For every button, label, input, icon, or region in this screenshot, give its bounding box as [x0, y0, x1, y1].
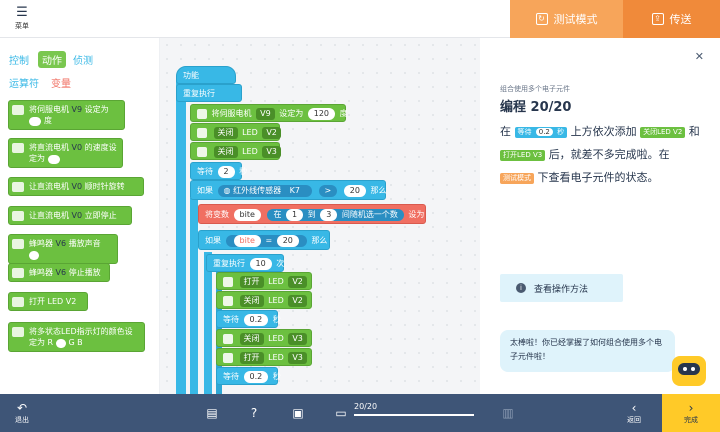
- test-mode-icon: ↻: [535, 13, 548, 25]
- led-icon: [197, 127, 207, 138]
- led-icon: [223, 295, 233, 306]
- close-icon[interactable]: ✕: [695, 50, 704, 63]
- servo-icon: [197, 108, 207, 119]
- led-off-v3-block[interactable]: 关闭 LED V3: [190, 142, 281, 160]
- inner-wait-block[interactable]: 等待 0.2 秒: [216, 367, 281, 385]
- menu-label: 菜单: [15, 22, 29, 30]
- led-off-tag: 关闭LED V2: [640, 126, 686, 138]
- test-mode-button[interactable]: ↻ 测试模式: [510, 0, 623, 38]
- category-sensing[interactable]: 侦测: [73, 52, 93, 67]
- block-palette: 控制 动作 侦测 运算符 变量 将伺服电机 V9 设定为 度 将直流电机 V0 …: [0, 38, 160, 394]
- mascot-speech-bubble: 太棒啦！你已经掌握了如何组合使用多个电子元件啦！: [500, 330, 675, 372]
- led-icon: [12, 297, 24, 307]
- led-icon: [223, 276, 233, 287]
- robot-device-icon[interactable]: ▭: [332, 394, 350, 432]
- repeat-forever-block[interactable]: 重复执行: [176, 84, 242, 102]
- if-bite-block[interactable]: 如果 bite = 20 那么: [198, 230, 330, 250]
- set-variable-block[interactable]: 将变数 bite 在 1 到 3 间随机选一个数 设为: [198, 204, 426, 224]
- led-icon: [223, 352, 233, 363]
- led-on-tag: 打开LED V3: [500, 149, 546, 161]
- lesson-subtitle: 组合使用多个电子元件: [500, 85, 570, 93]
- chevron-right-icon: ›: [688, 400, 694, 415]
- top-bar: ☰ 菜单 ↻ 测试模式 ⇪ 传送: [0, 0, 720, 38]
- port-dropdown[interactable]: V9: [256, 108, 275, 120]
- palette-block-led-on[interactable]: 打开 LED V2: [8, 292, 88, 311]
- category-operators[interactable]: 运算符: [9, 75, 39, 90]
- led-icon: [197, 146, 207, 157]
- palette-block-dc-rotate[interactable]: 让直流电机 V0 顺时针旋转: [8, 177, 144, 196]
- led-icon: [223, 333, 233, 344]
- dc-motor-icon: [12, 143, 24, 153]
- test-mode-tag: 测试模式: [500, 172, 534, 184]
- inner-led-block[interactable]: 打开 LED V3: [216, 348, 312, 366]
- rgb-led-icon: [12, 327, 24, 337]
- category-variables[interactable]: 变量: [51, 75, 71, 90]
- upload-label: 传送: [669, 13, 692, 26]
- test-mode-label: 测试模式: [553, 13, 598, 26]
- dc-motor-icon: [12, 211, 24, 221]
- upload-button[interactable]: ⇪ 传送: [623, 0, 720, 38]
- done-button[interactable]: › 完成: [662, 394, 720, 432]
- sensor-icon: ◍: [223, 186, 231, 195]
- if-sensor-block[interactable]: 如果 ◍ 红外线传感器 K7 > 20 那么: [190, 180, 387, 200]
- repeat-10-block[interactable]: 重复执行 10 次: [206, 254, 284, 272]
- progress-bar: [354, 414, 474, 416]
- clipboard-icon: ▥: [502, 406, 514, 420]
- previous-button[interactable]: ‹ 返回: [610, 394, 658, 432]
- inner-wait-block[interactable]: 等待 0.2 秒: [216, 310, 281, 328]
- category-motion[interactable]: 动作: [38, 51, 66, 68]
- robot-mascot-icon: [672, 356, 706, 386]
- angle-input[interactable]: 120: [307, 108, 336, 120]
- progress-label: 20/20: [354, 402, 378, 411]
- view-instructions-button[interactable]: i 查看操作方法: [500, 274, 623, 302]
- device-icon[interactable]: ▣: [290, 394, 306, 432]
- palette-block-buzzer-stop[interactable]: 蜂鸣器 V6 停止播放: [8, 263, 110, 282]
- instruction-text: 在 等待 0.2 秒 上方依次添加 关闭LED V2 和 打开LED V3 后，…: [500, 125, 700, 184]
- buzzer-icon: [12, 268, 24, 278]
- chevron-left-icon: ‹: [631, 400, 637, 415]
- inner-led-block[interactable]: 关闭 LED V2: [216, 291, 312, 309]
- category-control[interactable]: 控制: [9, 52, 29, 67]
- wait-block-tag: 等待 0.2 秒: [514, 126, 568, 138]
- comment-icon[interactable]: ▤: [204, 394, 220, 432]
- upload-icon: ⇪: [651, 13, 664, 25]
- servo-icon: [12, 105, 24, 115]
- palette-block-rgb-led[interactable]: 将多状态LED指示灯的颜色设定为 R G B: [8, 322, 145, 352]
- dc-motor-icon: [12, 182, 24, 192]
- wait-2-block[interactable]: 等待 2 秒: [190, 162, 247, 180]
- help-icon[interactable]: ?: [246, 394, 262, 432]
- code-workspace[interactable]: 功能 重复执行 将伺服电机 V9 设定为 120 度 关闭 LED V2 关闭 …: [160, 38, 480, 394]
- function-hat-block[interactable]: 功能: [176, 66, 236, 84]
- palette-block-dc-speed[interactable]: 将直流电机 V0 的速度设定为: [8, 138, 123, 168]
- menu-icon: ☰: [16, 5, 28, 20]
- led-off-v2-block[interactable]: 关闭 LED V2: [190, 123, 281, 141]
- exit-button[interactable]: ↶ 退出: [0, 394, 44, 432]
- inner-led-block[interactable]: 关闭 LED V3: [216, 329, 312, 347]
- menu-button[interactable]: ☰ 菜单: [10, 6, 34, 34]
- palette-block-servo[interactable]: 将伺服电机 V9 设定为 度: [8, 100, 125, 130]
- lesson-title: 编程 20/20: [500, 100, 572, 115]
- bottom-toolbar: ↶ 退出 ▤ ? ▣ ▭ 20/20 ▥ ‹ 返回 › 完成: [0, 394, 720, 432]
- palette-block-dc-stop[interactable]: 让直流电机 V0 立即停止: [8, 206, 132, 225]
- tutorial-panel: ✕ 组合使用多个电子元件 编程 20/20 在 等待 0.2 秒 上方依次添加 …: [480, 38, 720, 394]
- servo-block[interactable]: 将伺服电机 V9 设定为 120 度: [190, 104, 348, 122]
- back-arrow-icon: ↶: [16, 400, 28, 415]
- progress-fill: [354, 414, 474, 416]
- palette-block-buzzer-play[interactable]: 蜂鸣器 V6 播放声音: [8, 234, 118, 264]
- buzzer-icon: [12, 239, 24, 249]
- info-icon: i: [516, 283, 526, 293]
- inner-led-block[interactable]: 打开 LED V2: [216, 272, 312, 290]
